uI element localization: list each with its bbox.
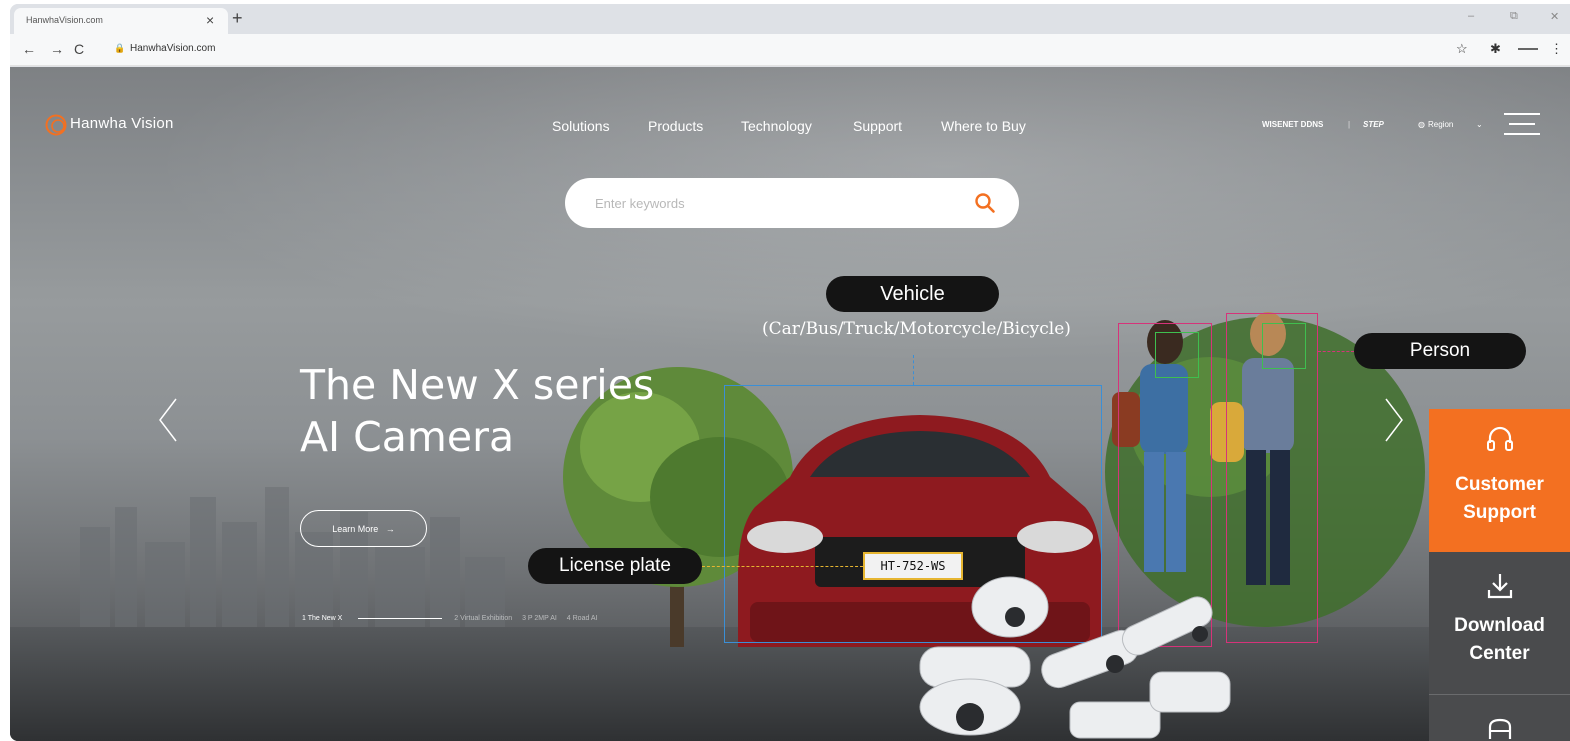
slide-indicators: 1 The New X 2 Virtual Exhibition 3 P 2MP… [302,615,606,622]
monitor-icon [1488,718,1512,739]
person-label: Person [1354,333,1526,369]
slide-indicator-2[interactable]: 2 Virtual Exhibition [454,615,512,622]
back-icon[interactable]: ← [22,41,36,57]
forward-icon[interactable]: → [50,41,64,57]
download-center-label: Download Center [1454,615,1545,664]
customer-support-button[interactable]: Customer Support [1429,409,1570,552]
browser-window: HanwhaVision.com × + – ⧉ ✕ ← → C 🔒 Hanwh… [10,4,1570,741]
customer-support-label: Customer Support [1455,474,1544,523]
search-input[interactable] [595,193,955,213]
cctv-cameras-image [919,576,1231,739]
face-detection-box-2 [1262,323,1306,369]
hanwha-vision-logo[interactable]: Hanwha Vision [44,113,173,137]
learn-more-label: Learn More [332,523,379,534]
browser-menu-icon[interactable]: ⋮ [1550,41,1563,57]
nav-where-to-buy[interactable]: Where to Buy [941,118,1026,134]
vehicle-label: Vehicle [826,276,999,312]
logo-text: Hanwha Vision [70,115,174,132]
hero-section: Hanwha Vision Solutions Products Technol… [10,67,1570,741]
profile-icon[interactable] [1518,48,1538,50]
restore-icon[interactable]: ⧉ [1510,10,1518,23]
address-bar[interactable]: HanwhaVision.com [130,43,215,54]
search-icon[interactable] [973,191,997,215]
headset-icon [1487,426,1513,451]
tab-strip: HanwhaVision.com × + – ⧉ ✕ [10,4,1570,34]
browser-toolbar: ← → C 🔒 HanwhaVision.com ☆ ✱ ⋮ [10,34,1570,66]
next-slide-icon[interactable] [1384,397,1404,443]
region-selector[interactable]: Region [1428,120,1453,129]
previous-slide-icon[interactable] [158,397,178,443]
download-icon [1487,574,1513,599]
browser-tab[interactable]: HanwhaVision.com × [14,8,228,34]
extensions-icon[interactable]: ✱ [1490,41,1501,57]
reload-icon[interactable]: C [74,41,84,57]
bookmark-star-icon[interactable]: ☆ [1456,41,1468,57]
person-connector-line [1318,351,1354,352]
download-center-button[interactable]: Download Center [1429,552,1570,695]
nav-products[interactable]: Products [648,118,703,134]
tab-close-icon[interactable]: × [206,12,214,28]
plate-connector-line [702,566,863,567]
lock-icon: 🔒 [114,43,126,53]
hanwha-logo-icon [45,114,67,136]
chevron-down-icon: ⌄ [1476,120,1483,129]
slide-indicator-1[interactable]: 1 The New X [302,615,342,622]
quick-links-panel: Customer Support Download Center [1429,409,1570,695]
nav-solutions[interactable]: Solutions [552,118,610,134]
vehicle-types-text: (Car/Bus/Truck/Motorcycle/Bicycle) [762,319,1071,339]
search-bar [565,178,1019,228]
menu-icon[interactable] [1504,111,1540,137]
slide-indicator-3[interactable]: 3 P 2MP AI [522,615,557,622]
slide-indicator-4[interactable]: 4 Road AI [567,615,598,622]
tab-title: HanwhaVision.com [26,15,103,25]
minimize-icon[interactable]: – [1468,10,1474,22]
nav-support[interactable]: Support [853,118,902,134]
hero-title-line-1: The New X series [300,361,655,409]
window-close-icon[interactable]: ✕ [1550,10,1559,23]
face-detection-box-1 [1155,332,1199,378]
arrow-right-icon: → [380,523,395,534]
globe-icon: ◍ [1418,120,1425,129]
license-plate-label: License plate [528,548,702,584]
vehicle-connector-line [913,355,914,385]
new-tab-icon[interactable]: + [232,9,243,27]
hero-title: The New X series AI Camera [300,359,654,463]
step-link[interactable]: STEP [1363,120,1384,129]
nav-technology[interactable]: Technology [741,118,812,134]
util-separator: | [1348,120,1351,129]
slide-progress-line [358,617,443,619]
learn-more-button[interactable]: Learn More → [300,510,427,547]
wisenet-ddns-link[interactable]: WISENET DDNS [1262,120,1323,129]
hero-title-line-2: AI Camera [300,413,515,461]
third-quick-link-button[interactable] [1429,695,1570,741]
